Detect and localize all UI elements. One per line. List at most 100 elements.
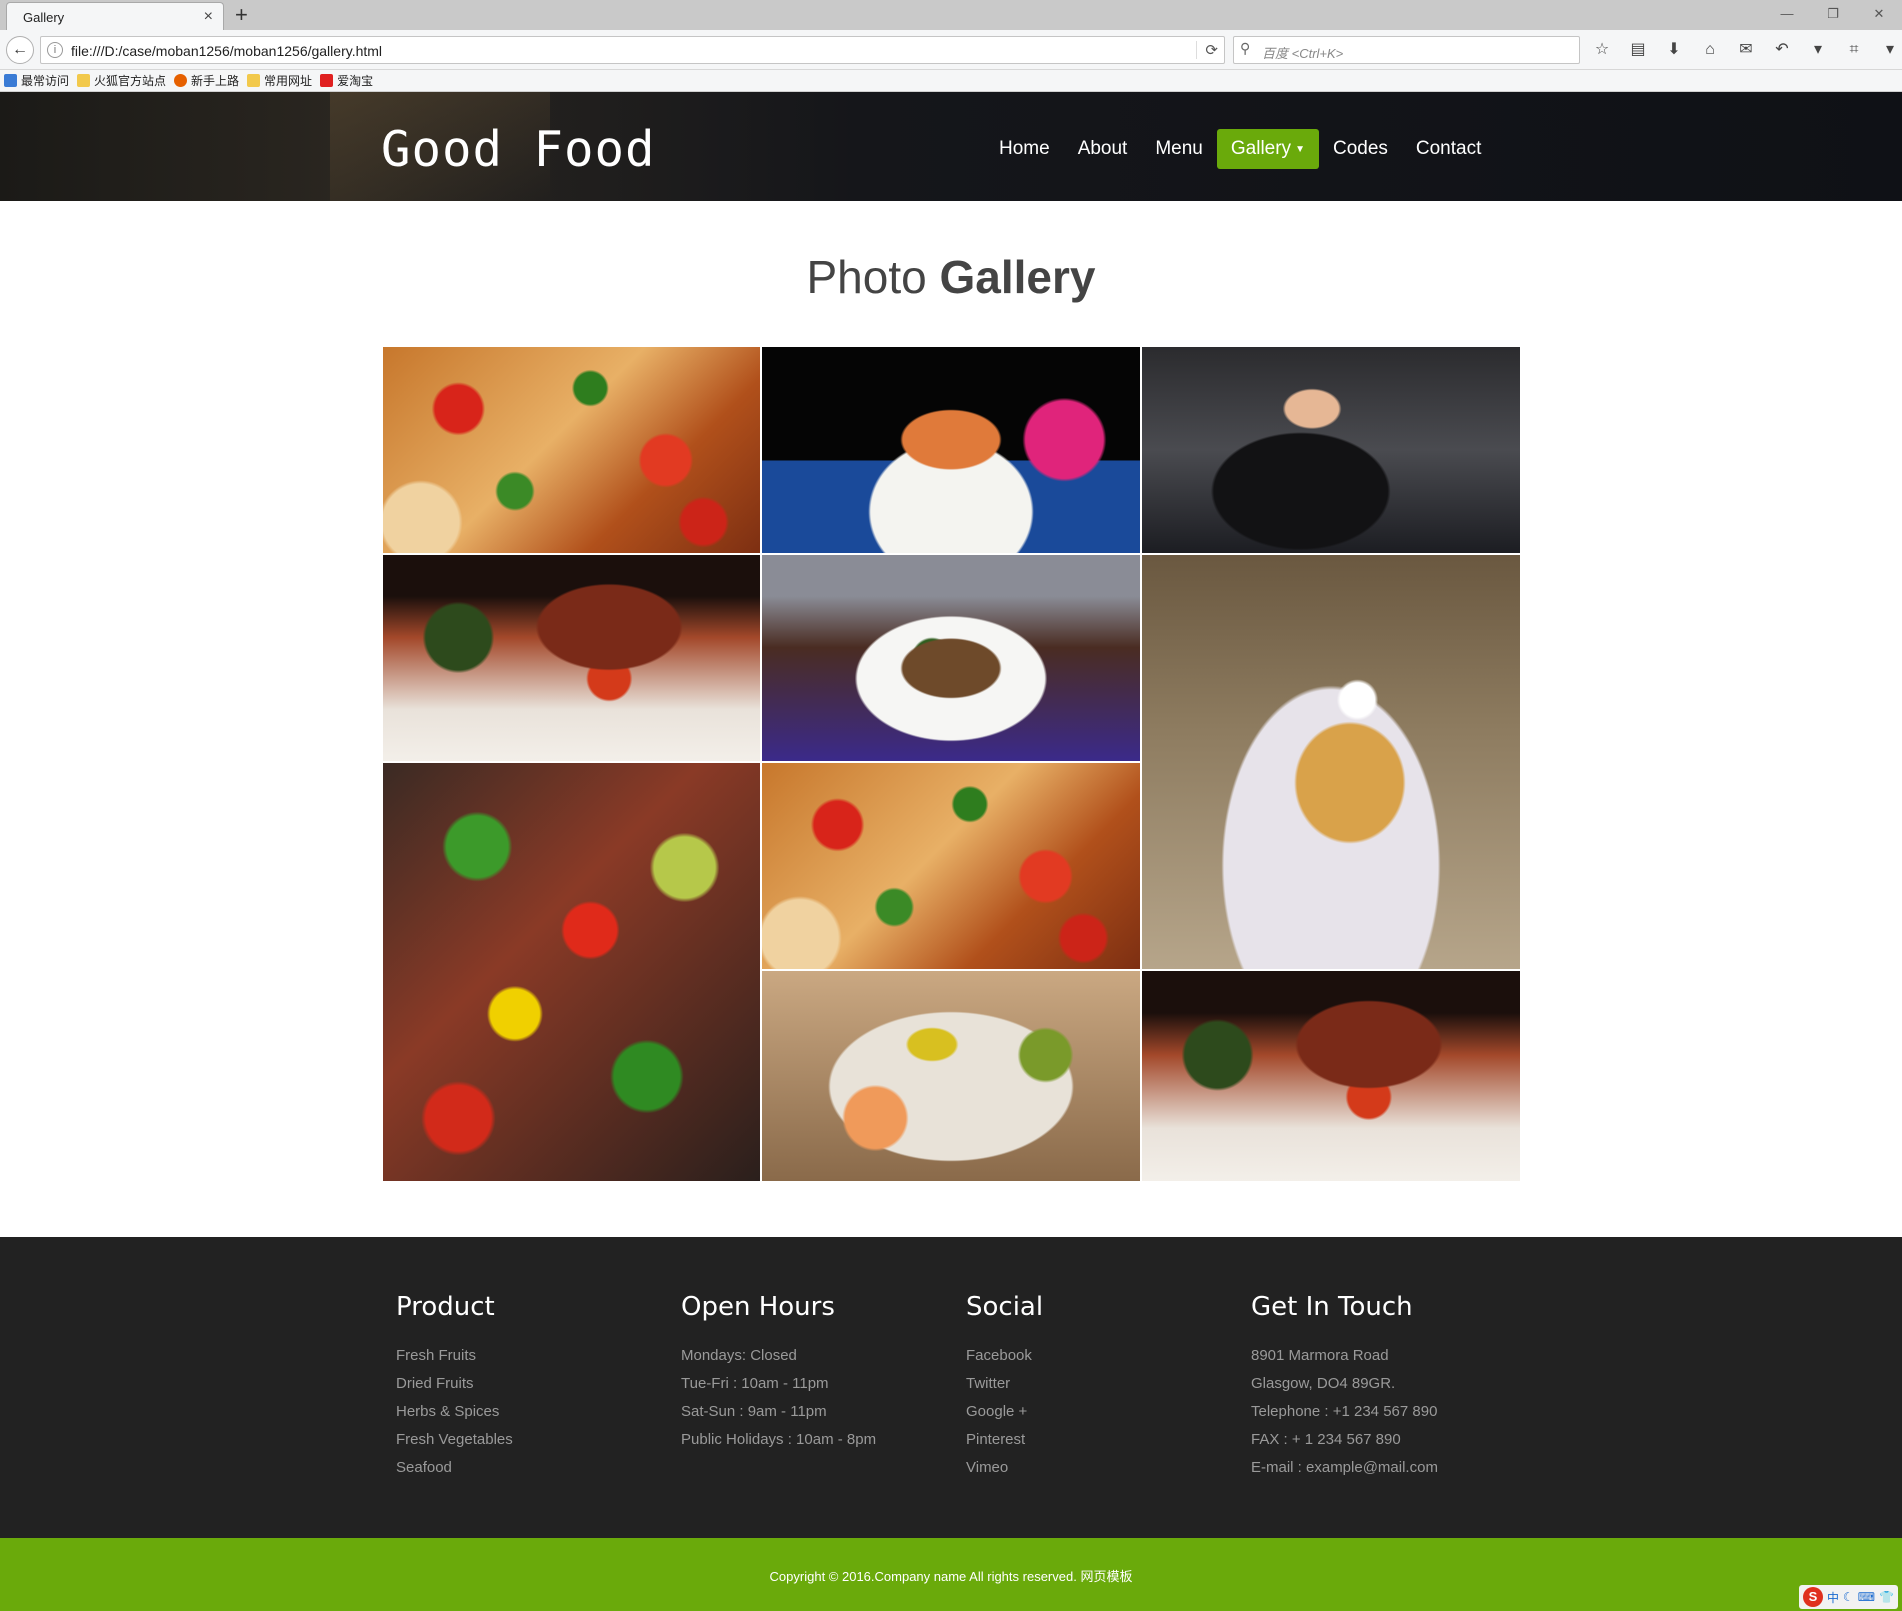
title-light: Photo <box>806 251 927 303</box>
close-window-icon[interactable]: ✕ <box>1856 0 1902 30</box>
url-bar[interactable]: i file:///D:/case/moban1256/moban1256/ga… <box>40 36 1225 64</box>
browser-tab[interactable]: Gallery × <box>6 2 224 30</box>
gallery-photo-kebab[interactable] <box>383 763 760 1181</box>
tab-title: Gallery <box>23 10 65 25</box>
social-link-facebook[interactable]: Facebook <box>966 1342 1043 1370</box>
contact-address: 8901 Marmora Road <box>1251 1347 1389 1364</box>
gallery-photo-person[interactable] <box>1142 347 1520 553</box>
footer-link[interactable]: Herbs & Spices <box>396 1398 513 1426</box>
gallery-photo-stirfry[interactable] <box>762 555 1140 761</box>
bookmark-label: 新手上路 <box>191 74 240 88</box>
sogou-icon[interactable]: S <box>1802 1587 1823 1607</box>
home-icon[interactable]: ⌂ <box>1698 38 1722 62</box>
ime-mode[interactable]: 中 <box>1827 1589 1839 1606</box>
bookmark-label: 爱淘宝 <box>337 74 374 88</box>
social-link-google[interactable]: Google + <box>966 1398 1043 1426</box>
moon-icon[interactable]: ☾ <box>1843 1590 1854 1604</box>
close-tab-icon[interactable]: × <box>204 8 213 26</box>
url-text[interactable]: file:///D:/case/moban1256/moban1256/gall… <box>71 43 382 59</box>
gallery-photo-teriyaki-2[interactable] <box>1142 971 1520 1181</box>
footer-col-product: Product Fresh Fruits Dried Fruits Herbs … <box>396 1292 513 1482</box>
bookmark-star-icon[interactable]: ☆ <box>1590 38 1614 62</box>
reload-icon[interactable]: ⟳ <box>1196 41 1218 59</box>
social-link-pinterest[interactable]: Pinterest <box>966 1426 1043 1454</box>
hours-item: Public Holidays : 10am - 8pm <box>681 1431 877 1448</box>
taobao-icon <box>320 74 334 87</box>
bookmark-item[interactable]: 火狐官方站点 <box>77 72 166 89</box>
footer-heading: Open Hours <box>681 1292 835 1322</box>
nav-home[interactable]: Home <box>985 129 1064 169</box>
footer-heading: Get In Touch <box>1251 1292 1413 1322</box>
nav-menu[interactable]: Menu <box>1141 129 1217 169</box>
search-bar[interactable]: ⚲ 百度 <Ctrl+K> <box>1233 36 1580 64</box>
browser-tab-bar: Gallery × + — ❐ ✕ <box>0 0 1902 30</box>
undo-icon[interactable]: ↶ <box>1770 38 1794 62</box>
social-link-twitter[interactable]: Twitter <box>966 1370 1043 1398</box>
bookmark-item[interactable]: 新手上路 <box>174 72 239 89</box>
nav-contact[interactable]: Contact <box>1402 129 1495 169</box>
gallery-photo-bowl[interactable] <box>762 971 1140 1181</box>
window-controls: — ❐ ✕ <box>1764 0 1902 30</box>
footer-link[interactable]: Seafood <box>396 1454 513 1482</box>
page-title: Photo Gallery <box>0 250 1902 304</box>
bookmark-label: 火狐官方站点 <box>94 74 167 88</box>
shirt-icon[interactable]: 👕 <box>1879 1590 1894 1604</box>
contact-city: Glasgow, DO4 89GR. <box>1251 1375 1396 1392</box>
chat-icon[interactable]: ✉ <box>1734 38 1758 62</box>
footer-link[interactable]: Dried Fruits <box>396 1370 513 1398</box>
gallery-photo-tofu[interactable] <box>383 347 760 553</box>
copyright-text: Copyright © 2016.Company name All rights… <box>769 1569 1133 1584</box>
nav-about[interactable]: About <box>1064 129 1142 169</box>
copyright-bar: Copyright © 2016.Company name All rights… <box>0 1538 1902 1611</box>
gallery-photo-shrimp[interactable] <box>762 347 1140 553</box>
main-nav: Home About Menu Gallery ▼ Codes Contact <box>985 129 1495 169</box>
hours-item: Sat-Sun : 9am - 11pm <box>681 1403 827 1420</box>
gallery-photo-teriyaki[interactable] <box>383 555 760 761</box>
hours-item: Tue-Fri : 10am - 11pm <box>681 1375 829 1392</box>
reading-list-icon[interactable]: ▤ <box>1626 38 1650 62</box>
restore-icon[interactable]: ❐ <box>1810 0 1856 30</box>
gallery-photo-cake[interactable] <box>1142 555 1520 969</box>
site-logo[interactable]: Good Food <box>381 121 656 178</box>
contact-email[interactable]: E-mail : example@mail.com <box>1251 1454 1438 1482</box>
gallery-photo-tofu-2[interactable] <box>762 763 1140 969</box>
footer-col-contact: Get In Touch 8901 Marmora Road Glasgow, … <box>1251 1292 1438 1482</box>
bookmark-item[interactable]: 最常访问 <box>4 72 69 89</box>
search-placeholder: 百度 <Ctrl+K> <box>1262 46 1344 61</box>
caret-down-icon: ▼ <box>1295 144 1305 155</box>
hours-item: Mondays: Closed <box>681 1347 797 1364</box>
ime-tray[interactable]: S 中 ☾ ⌨ 👕 <box>1798 1585 1898 1609</box>
site-header: Good Food Home About Menu Gallery ▼ Codes… <box>0 92 1902 201</box>
firefox-icon <box>174 74 188 87</box>
footer-link[interactable]: Fresh Fruits <box>396 1342 513 1370</box>
bookmark-item[interactable]: 常用网址 <box>247 72 312 89</box>
footer-heading: Product <box>396 1292 495 1322</box>
browser-toolbar: ☆ ▤ ⬇ ⌂ ✉ ↶ ▾ ⌗ ▾ ≡ <box>1590 38 1902 62</box>
crop-icon[interactable]: ⌗ <box>1842 38 1866 62</box>
contact-phone: Telephone : +1 234 567 890 <box>1251 1403 1438 1420</box>
new-tab-icon[interactable]: + <box>235 2 248 28</box>
dropdown-icon[interactable]: ▾ <box>1806 38 1830 62</box>
bookmark-label: 常用网址 <box>264 74 313 88</box>
nav-codes[interactable]: Codes <box>1319 129 1402 169</box>
footer-col-hours: Open Hours Mondays: Closed Tue-Fri : 10a… <box>681 1292 876 1454</box>
browser-nav-bar: ← i file:///D:/case/moban1256/moban1256/… <box>0 30 1902 70</box>
footer-heading: Social <box>966 1292 1044 1322</box>
nav-gallery[interactable]: Gallery ▼ <box>1216 129 1319 169</box>
footer-link[interactable]: Fresh Vegetables <box>396 1426 513 1454</box>
dropdown-icon-2[interactable]: ▾ <box>1878 38 1902 62</box>
download-icon[interactable]: ⬇ <box>1662 38 1686 62</box>
keyboard-icon[interactable]: ⌨ <box>1858 1590 1875 1604</box>
bookmark-label: 最常访问 <box>21 74 70 88</box>
nav-gallery-label: Gallery <box>1230 138 1292 159</box>
social-link-vimeo[interactable]: Vimeo <box>966 1454 1043 1482</box>
info-icon[interactable]: i <box>47 42 63 58</box>
contact-fax: FAX : + 1 234 567 890 <box>1251 1431 1401 1448</box>
folder-icon <box>77 74 91 87</box>
folder-icon <box>247 74 261 87</box>
footer-col-social: Social Facebook Twitter Google + Pintere… <box>966 1292 1043 1482</box>
photo-grid <box>383 347 1520 1181</box>
back-arrow-icon[interactable]: ← <box>6 36 34 64</box>
minimize-icon[interactable]: — <box>1764 0 1810 30</box>
bookmark-item[interactable]: 爱淘宝 <box>320 72 373 89</box>
